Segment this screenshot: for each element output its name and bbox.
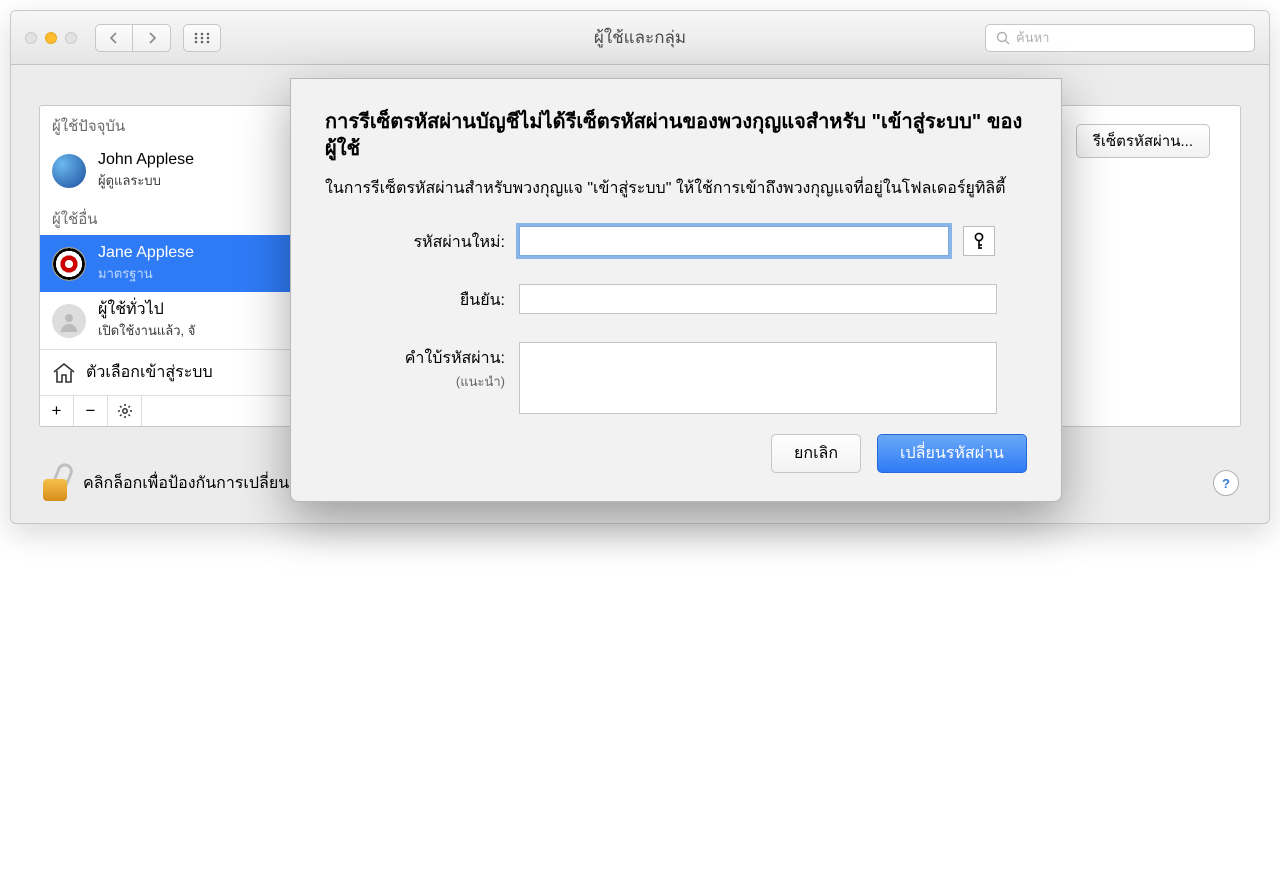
user-actions-button[interactable]	[108, 396, 142, 426]
user-role-label: เปิดใช้งานแล้ว, จั	[98, 320, 195, 341]
verify-password-input[interactable]	[519, 284, 997, 314]
avatar-silhouette-icon	[52, 304, 86, 338]
login-options-label: ตัวเลือกเข้าสู่ระบบ	[86, 360, 213, 385]
minimize-window-button[interactable]	[45, 32, 57, 44]
password-assistant-button[interactable]	[963, 226, 995, 256]
search-placeholder: ค้นหา	[1016, 27, 1049, 48]
key-icon	[972, 232, 986, 250]
avatar-target-icon	[52, 247, 86, 281]
cancel-button[interactable]: ยกเลิก	[771, 434, 861, 473]
dialog-heading: การรีเซ็ตรหัสผ่านบัญชีไม่ได้รีเซ็ตรหัสผ่…	[325, 109, 1027, 163]
reset-password-dialog: การรีเซ็ตรหัสผ่านบัญชีไม่ได้รีเซ็ตรหัสผ่…	[290, 78, 1062, 502]
new-password-input[interactable]	[519, 226, 949, 256]
avatar-earth-icon	[52, 154, 86, 188]
remove-user-button[interactable]: −	[74, 396, 108, 426]
reset-password-button[interactable]: รีเซ็ตรหัสผ่าน...	[1076, 124, 1210, 158]
user-role-label: มาตรฐาน	[98, 263, 194, 284]
user-name-label: ผู้ใช้ทั่วไป	[98, 300, 195, 320]
change-password-button[interactable]: เปลี่ยนรหัสผ่าน	[877, 434, 1027, 473]
search-field[interactable]: ค้นหา	[985, 24, 1255, 52]
user-role-label: ผู้ดูแลระบบ	[98, 170, 194, 191]
add-user-button[interactable]: +	[40, 396, 74, 426]
verify-label: ยืนยัน:	[325, 284, 505, 313]
nav-back-forward	[95, 24, 171, 52]
back-button[interactable]	[95, 24, 133, 52]
titlebar: ผู้ใช้และกลุ่ม ค้นหา	[11, 11, 1269, 65]
forward-button[interactable]	[133, 24, 171, 52]
search-icon	[996, 31, 1010, 45]
user-name-label: John Applese	[98, 150, 194, 170]
gear-icon	[117, 403, 133, 419]
hint-label: คำใบ้รหัสผ่าน: (แนะนำ)	[325, 342, 505, 392]
lock-icon[interactable]	[41, 465, 69, 501]
window-controls	[25, 32, 77, 44]
user-name-label: Jane Applese	[98, 243, 194, 263]
home-icon	[52, 362, 76, 384]
dialog-subtext: ในการรีเซ็ตรหัสผ่านสำหรับพวงกุญแจ "เข้าส…	[325, 177, 1027, 200]
help-button[interactable]: ?	[1213, 470, 1239, 496]
close-window-button[interactable]	[25, 32, 37, 44]
zoom-window-button[interactable]	[65, 32, 77, 44]
password-hint-input[interactable]	[519, 342, 997, 414]
new-password-label: รหัสผ่านใหม่:	[325, 226, 505, 255]
window-title: ผู้ใช้และกลุ่ม	[594, 24, 686, 51]
show-all-button[interactable]	[183, 24, 221, 52]
